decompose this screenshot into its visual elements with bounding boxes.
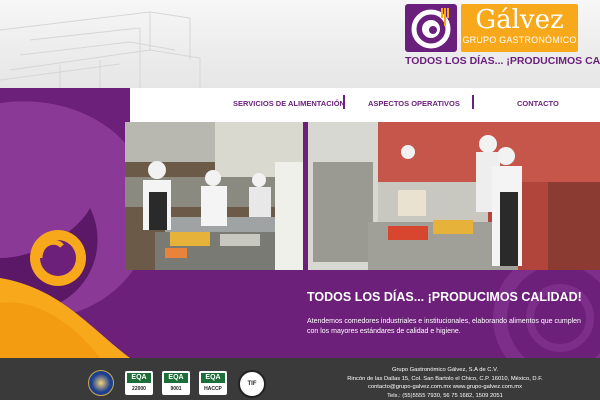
contact-email-web[interactable]: contacto@grupo-galvez.com.mx www.grupo-g…	[340, 383, 550, 392]
phone-numbers: Tels.: (55)5555 7930, 56 75 1682, 1509 2…	[387, 392, 503, 399]
hero-headline: TODOS LOS DÍAS... ¡PRODUCIMOS CALIDAD!	[307, 290, 582, 304]
galvez-logo[interactable]: Gálvez GRUPO GASTRONÓMICO	[405, 4, 578, 52]
nav-divider	[472, 95, 474, 109]
nav-divider	[343, 95, 345, 109]
nav-servicios[interactable]: SERVICIOS DE ALIMENTACIÓN	[233, 99, 345, 108]
cert-standard: HACCP	[204, 386, 222, 392]
logo-subtitle: GRUPO GASTRONÓMICO	[462, 35, 577, 45]
street-address: Rincón de las Dallas 15, Col. San Bartol…	[347, 375, 543, 382]
kitchen-photo	[125, 122, 303, 270]
cert-label: EQA	[201, 373, 225, 383]
certification-seal-icon	[88, 370, 114, 396]
cert-standard: 22000	[132, 386, 146, 392]
nav-aspectos[interactable]: ASPECTOS OPERATIVOS	[368, 99, 460, 108]
logo-wordmark: Gálvez GRUPO GASTRONÓMICO	[461, 4, 578, 52]
hero-description: Atendemos comedores industriales e insti…	[307, 318, 581, 335]
kitchen-sketch-illustration	[0, 11, 201, 88]
cert-standard: 9001	[170, 386, 182, 392]
logo-swirl-icon	[405, 4, 457, 52]
header-tagline: TODOS LOS DÍAS... ¡PRODUCIMOS CALIDAD!	[405, 55, 600, 67]
footer: EQA 22000 EQA 9001 EQA HACCP TIF Grupo G…	[0, 358, 600, 400]
logo-name: Gálvez	[475, 5, 564, 35]
cert-label: EQA	[127, 373, 151, 383]
hero-band: SERVICIOS DE ALIMENTACIÓN ASPECTOS OPERA…	[0, 88, 600, 358]
company-address: Grupo Gastronómico Gálvez, S.A de C.V. R…	[340, 366, 550, 400]
tif-seal-icon: TIF	[238, 370, 266, 398]
cert-label: EQA	[164, 373, 188, 383]
company-name: Grupo Gastronómico Gálvez, S.A de C.V.	[391, 367, 499, 373]
nav-contacto[interactable]: CONTACTO	[517, 99, 559, 108]
serving-line-photo	[308, 122, 600, 270]
main-nav: SERVICIOS DE ALIMENTACIÓN ASPECTOS OPERA…	[130, 88, 600, 122]
header: Gálvez GRUPO GASTRONÓMICO TODOS LOS DÍAS…	[0, 0, 600, 88]
